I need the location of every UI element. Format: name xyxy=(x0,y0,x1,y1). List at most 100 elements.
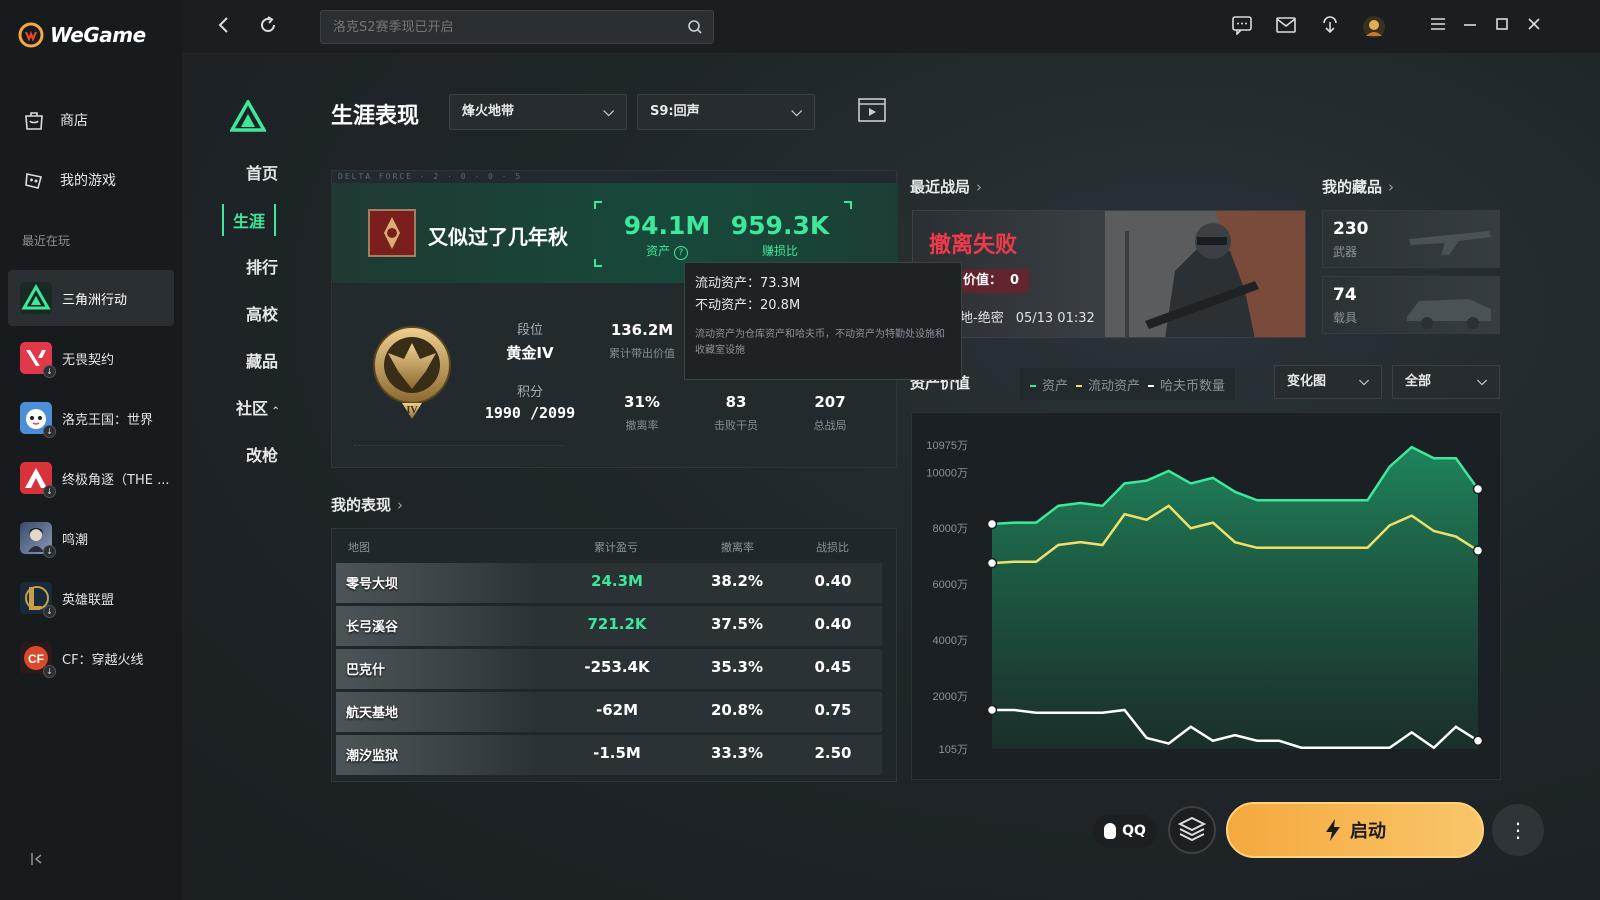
vehicles-label: 载具 xyxy=(1333,311,1358,325)
score-info: 积分 1990 /2099 xyxy=(476,381,584,422)
profit-cell: 24.3M xyxy=(591,572,643,590)
subnav-college[interactable]: 高校 xyxy=(232,301,292,325)
launch-button[interactable]: 启动 xyxy=(1226,802,1484,858)
sidebar-game-crossfire[interactable]: CF ↓ CF：穿越火线 xyxy=(8,630,174,686)
match-time: 05/13 01:32 xyxy=(1015,311,1095,326)
shop-bag-icon xyxy=(25,112,43,130)
recent-match-card[interactable]: 撤离失败 价值： 0 基地-绝密 05/13 01:32 xyxy=(912,210,1306,338)
refresh-icon[interactable] xyxy=(256,15,280,39)
sidebar-game-roco-kingdom[interactable]: ↓ 洛克王国：世界 xyxy=(8,390,174,446)
chart-view-select[interactable]: 变化图 ⌵ xyxy=(1274,365,1382,399)
more-vertical-icon: ⋮ xyxy=(1508,818,1528,842)
user-avatar[interactable] xyxy=(1362,15,1386,39)
league-of-legends-icon: ↓ xyxy=(20,582,56,618)
collapse-sidebar-icon[interactable] xyxy=(30,852,46,868)
wegame-logo-icon xyxy=(18,22,44,48)
kills-stat: 83 击败干员 xyxy=(696,393,776,433)
back-icon[interactable] xyxy=(212,15,236,39)
match-value-number: 0 xyxy=(1010,273,1020,288)
subnav-career[interactable]: 生涯 xyxy=(222,204,276,236)
svg-text:IV: IV xyxy=(406,405,418,416)
subnav-gunsmith[interactable]: 改枪 xyxy=(232,442,292,466)
game-label: 洛克王国：世界 xyxy=(62,412,154,428)
weapons-count: 230 xyxy=(1333,219,1369,239)
chart-range-select[interactable]: 全部 ⌵ xyxy=(1392,365,1500,399)
search-box[interactable] xyxy=(320,10,714,44)
chevron-up-icon: ⌃ xyxy=(268,406,280,417)
series-endpoint[interactable] xyxy=(986,518,998,530)
series-endpoint[interactable] xyxy=(986,704,998,716)
season-select[interactable]: S9:回声 ⌵ xyxy=(637,94,815,130)
mail-icon[interactable] xyxy=(1274,15,1298,39)
col-header-kd: 战损比 xyxy=(816,541,849,554)
legend-item-coins[interactable]: 哈夫币数量 xyxy=(1148,375,1225,394)
evac-cell: 20.8% xyxy=(710,701,764,719)
wegame-logo[interactable]: WeGame xyxy=(18,22,146,48)
series-endpoint[interactable] xyxy=(1472,545,1484,556)
sidebar-game-delta-force[interactable]: 三角洲行动 xyxy=(8,270,174,326)
chevron-down-icon: ⌵ xyxy=(603,104,614,120)
subnav-ranking[interactable]: 排行 xyxy=(232,254,292,278)
layers-icon xyxy=(1177,816,1207,842)
subnav-home[interactable]: 首页 xyxy=(232,160,292,184)
sidebar-game-valorant[interactable]: ↓ 无畏契约 xyxy=(8,330,174,386)
table-row[interactable]: 巴克什 -253.4K 35.3% 0.45 xyxy=(336,649,882,689)
series-endpoint[interactable] xyxy=(1472,735,1484,746)
legend-item-assets[interactable]: 资产 xyxy=(1030,375,1068,394)
maximize-icon[interactable] xyxy=(1490,15,1514,39)
sidebar-game-league-of-legends[interactable]: ↓ 英雄联盟 xyxy=(8,570,174,626)
qq-login-button[interactable]: QQ xyxy=(1093,814,1157,848)
kd-cell: 0.75 xyxy=(814,701,852,719)
subnav-community[interactable]: 社区 ⌃ xyxy=(228,395,288,419)
assets-stat[interactable]: 94.1M 资产 ? xyxy=(622,211,712,260)
legend-swatch xyxy=(1030,385,1036,387)
collection-weapons[interactable]: 230 武器 xyxy=(1322,210,1500,268)
sidebar-game-wuthering-waves[interactable]: ↓ 鸣潮 xyxy=(8,510,174,566)
download-badge-icon: ↓ xyxy=(43,665,56,678)
recent-match-link[interactable]: 最近战局 › xyxy=(910,176,982,197)
subnav-collection[interactable]: 藏品 xyxy=(232,348,292,372)
table-row[interactable]: 潮汐监狱 -1.5M 33.3% 2.50 xyxy=(336,735,882,775)
col-header-profit: 累计盈亏 xyxy=(594,541,638,554)
sidebar-item-shop[interactable]: 商店 xyxy=(22,108,88,132)
close-icon[interactable] xyxy=(1522,15,1546,39)
search-input[interactable] xyxy=(321,11,661,43)
mode-select[interactable]: 烽火地带 ⌵ xyxy=(449,94,627,130)
collection-vehicles[interactable]: 74 载具 xyxy=(1322,276,1500,334)
chat-icon[interactable] xyxy=(1230,15,1254,39)
evac-rate-value: 31% xyxy=(624,393,660,411)
table-row[interactable]: 长弓溪谷 721.2K 37.5% 0.40 xyxy=(336,606,882,646)
layers-button[interactable] xyxy=(1168,806,1216,854)
menu-icon[interactable] xyxy=(1426,15,1450,39)
sidebar-item-my-games[interactable]: 我的游戏 xyxy=(22,168,116,192)
my-performance-link[interactable]: 我的表现 › xyxy=(331,494,403,515)
search-icon[interactable] xyxy=(687,19,703,35)
minimize-icon[interactable] xyxy=(1458,15,1482,39)
player-name: 又似过了几年秋 xyxy=(428,225,568,249)
series-endpoint[interactable] xyxy=(986,557,998,569)
rank-info: 段位 黄金IV xyxy=(490,319,570,363)
matches-value: 207 xyxy=(814,393,846,411)
player-avatar[interactable] xyxy=(368,209,416,257)
legend-item-liquid[interactable]: 流动资产 xyxy=(1076,375,1140,394)
chevron-down-icon: ⌵ xyxy=(1477,374,1487,389)
col-header-evac: 撤离率 xyxy=(721,541,754,554)
download-manager-icon[interactable] xyxy=(1318,15,1342,39)
series-endpoint[interactable] xyxy=(1472,483,1484,495)
more-options-button[interactable]: ⋮ xyxy=(1492,804,1544,856)
map-name: 潮汐监狱 xyxy=(346,749,399,764)
video-play-button[interactable] xyxy=(858,98,886,124)
bracket-decoration xyxy=(844,201,852,209)
subnav-label: 社区 xyxy=(236,399,269,418)
assets-value: 94.1M xyxy=(623,211,711,240)
ratio-stat: 959.3K 赚损比 xyxy=(730,211,830,259)
evac-rate-stat: 31% 撤离率 xyxy=(602,393,682,433)
carry-value: 136.2M xyxy=(610,321,674,339)
score-label: 积分 xyxy=(516,385,543,400)
my-collection-link[interactable]: 我的藏品 › xyxy=(1322,176,1394,197)
sidebar-game-the-finals[interactable]: ↓ 终极角逐（THE ... xyxy=(8,450,174,506)
rank-value: 黄金IV xyxy=(506,344,554,362)
table-row[interactable]: 航天基地 -62M 20.8% 0.75 xyxy=(336,692,882,732)
help-icon[interactable]: ? xyxy=(673,246,688,260)
table-row[interactable]: 零号大坝 24.3M 38.2% 0.40 xyxy=(336,563,882,603)
